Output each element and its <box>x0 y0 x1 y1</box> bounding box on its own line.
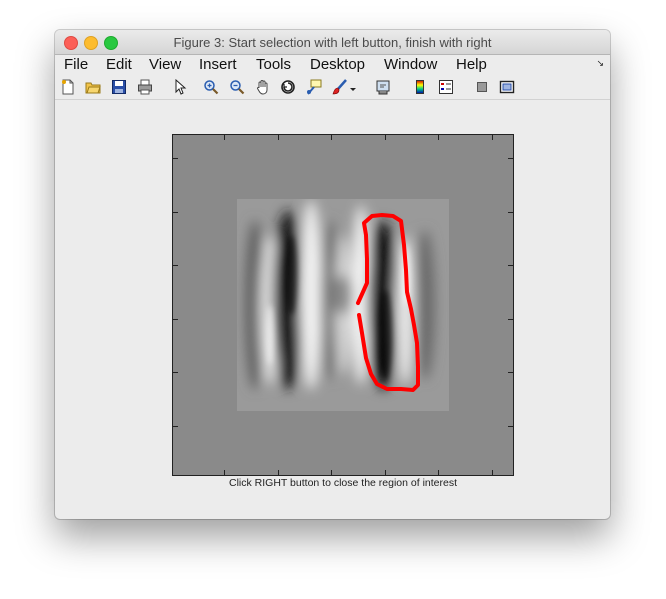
x-tick <box>331 470 332 475</box>
menu-window[interactable]: Window <box>384 56 437 73</box>
toolbar <box>55 75 610 100</box>
print-icon[interactable] <box>137 79 153 95</box>
x-tick <box>331 135 332 140</box>
y-tick <box>173 319 178 320</box>
zoom-in-icon[interactable] <box>203 79 219 95</box>
x-tick <box>278 470 279 475</box>
link-plot-icon[interactable] <box>375 79 391 95</box>
save-icon[interactable] <box>111 79 127 95</box>
show-plot-tools-icon[interactable] <box>499 79 515 95</box>
y-tick <box>508 319 513 320</box>
x-tick <box>385 470 386 475</box>
hide-plot-tools-icon[interactable] <box>474 79 490 95</box>
window-title: Figure 3: Start selection with left butt… <box>173 35 492 50</box>
data-cursor-icon[interactable] <box>306 79 322 95</box>
open-file-icon[interactable] <box>85 79 101 95</box>
x-tick <box>224 135 225 140</box>
x-tick <box>492 135 493 140</box>
colorbar-icon[interactable] <box>412 79 428 95</box>
menu-tools[interactable]: Tools <box>256 56 291 73</box>
menu-help[interactable]: Help <box>456 56 487 73</box>
grayscale-image <box>237 199 449 411</box>
new-figure-icon[interactable] <box>60 79 76 95</box>
legend-icon[interactable] <box>438 79 454 95</box>
x-tick <box>438 470 439 475</box>
pan-hand-icon[interactable] <box>255 79 271 95</box>
brush-icon[interactable] <box>332 79 348 95</box>
x-tick <box>278 135 279 140</box>
status-instruction-text: Click RIGHT button to close the region o… <box>229 477 457 489</box>
menu-view[interactable]: View <box>149 56 181 73</box>
menu-overflow-arrow-icon[interactable]: ↘ <box>596 58 604 69</box>
x-tick <box>492 470 493 475</box>
y-tick <box>173 426 178 427</box>
rotate-3d-icon[interactable] <box>280 79 296 95</box>
x-tick <box>224 470 225 475</box>
y-tick <box>508 372 513 373</box>
axes-image-plot[interactable] <box>172 134 514 476</box>
x-tick <box>438 135 439 140</box>
y-tick <box>173 212 178 213</box>
figure-window: Figure 3: Start selection with left butt… <box>55 30 610 519</box>
menu-file[interactable]: File <box>64 56 88 73</box>
y-tick <box>508 265 513 266</box>
title-bar[interactable]: Figure 3: Start selection with left butt… <box>55 30 610 55</box>
y-tick <box>173 372 178 373</box>
menu-bar: File Edit View Insert Tools Desktop Wind… <box>55 55 610 75</box>
y-tick <box>508 158 513 159</box>
menu-edit[interactable]: Edit <box>106 56 132 73</box>
y-tick <box>173 158 178 159</box>
x-tick <box>385 135 386 140</box>
brush-dropdown-icon[interactable] <box>349 79 357 95</box>
y-tick <box>508 426 513 427</box>
menu-desktop[interactable]: Desktop <box>310 56 365 73</box>
arrow-pointer-icon[interactable] <box>172 79 188 95</box>
zoom-out-icon[interactable] <box>229 79 245 95</box>
menu-insert[interactable]: Insert <box>199 56 237 73</box>
y-tick <box>508 212 513 213</box>
y-tick <box>173 265 178 266</box>
